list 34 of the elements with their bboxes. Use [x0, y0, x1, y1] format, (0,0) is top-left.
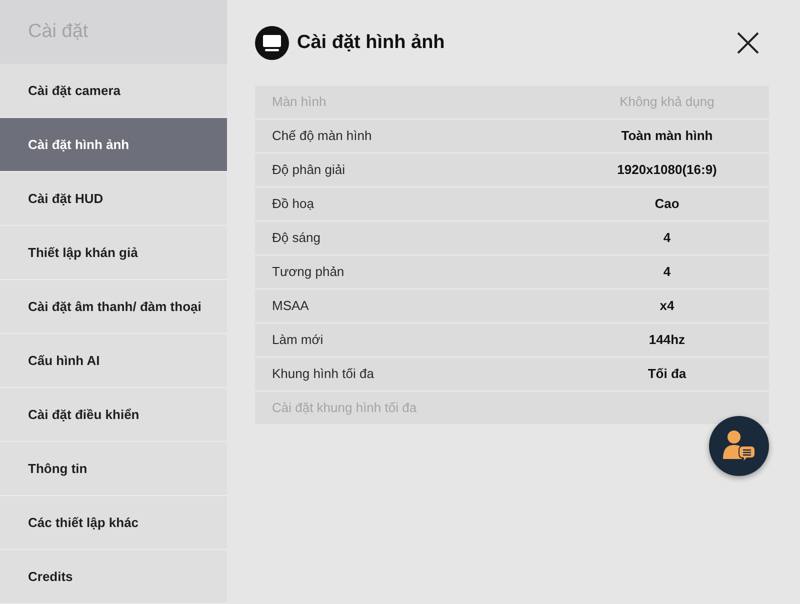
setting-value: x4	[658, 297, 676, 316]
monitor-icon	[255, 26, 289, 60]
setting-value: Tối đa	[646, 365, 688, 384]
settings-row[interactable]: Độ phân giải 1920x1080(16:9)	[255, 154, 769, 186]
setting-label: MSAA	[271, 297, 310, 316]
setting-value: Toàn màn hình	[620, 127, 714, 146]
settings-row[interactable]: Tương phản 4	[255, 256, 769, 288]
settings-row[interactable]: Khung hình tối đa Tối đa	[255, 358, 769, 390]
chat-support-button[interactable]	[709, 416, 769, 476]
setting-label: Làm mới	[271, 331, 324, 350]
close-button[interactable]	[736, 31, 760, 55]
setting-label: Khung hình tối đa	[271, 365, 375, 384]
setting-value: Không khả dụng	[618, 93, 716, 112]
setting-label: Độ sáng	[271, 229, 322, 248]
setting-label: Đồ hoạ	[271, 195, 315, 214]
sidebar-item[interactable]: Cài đặt hình ảnh	[0, 118, 227, 172]
setting-label: Độ phân giải	[271, 161, 346, 180]
panel-title: Cài đặt hình ảnh	[297, 30, 445, 55]
setting-value: 4	[662, 263, 672, 282]
setting-value: Cao	[654, 195, 680, 214]
settings-row[interactable]: Độ sáng 4	[255, 222, 769, 254]
setting-label: Tương phản	[271, 263, 346, 282]
setting-label: Cài đặt khung hình tối đa	[271, 399, 418, 418]
settings-row[interactable]: Làm mới 144hz	[255, 324, 769, 356]
setting-value: 144hz	[648, 331, 686, 350]
person-speech-bubble-icon	[722, 430, 756, 462]
settings-row[interactable]: Đồ hoạ Cao	[255, 188, 769, 220]
setting-label: Màn hình	[271, 93, 328, 112]
close-icon	[737, 32, 759, 54]
setting-value: 1920x1080(16:9)	[616, 161, 718, 180]
settings-row[interactable]: MSAA x4	[255, 290, 769, 322]
setting-label: Chế độ màn hình	[271, 127, 373, 146]
settings-row[interactable]: Chế độ màn hình Toàn màn hình	[255, 120, 769, 152]
setting-value: 4	[662, 229, 672, 248]
